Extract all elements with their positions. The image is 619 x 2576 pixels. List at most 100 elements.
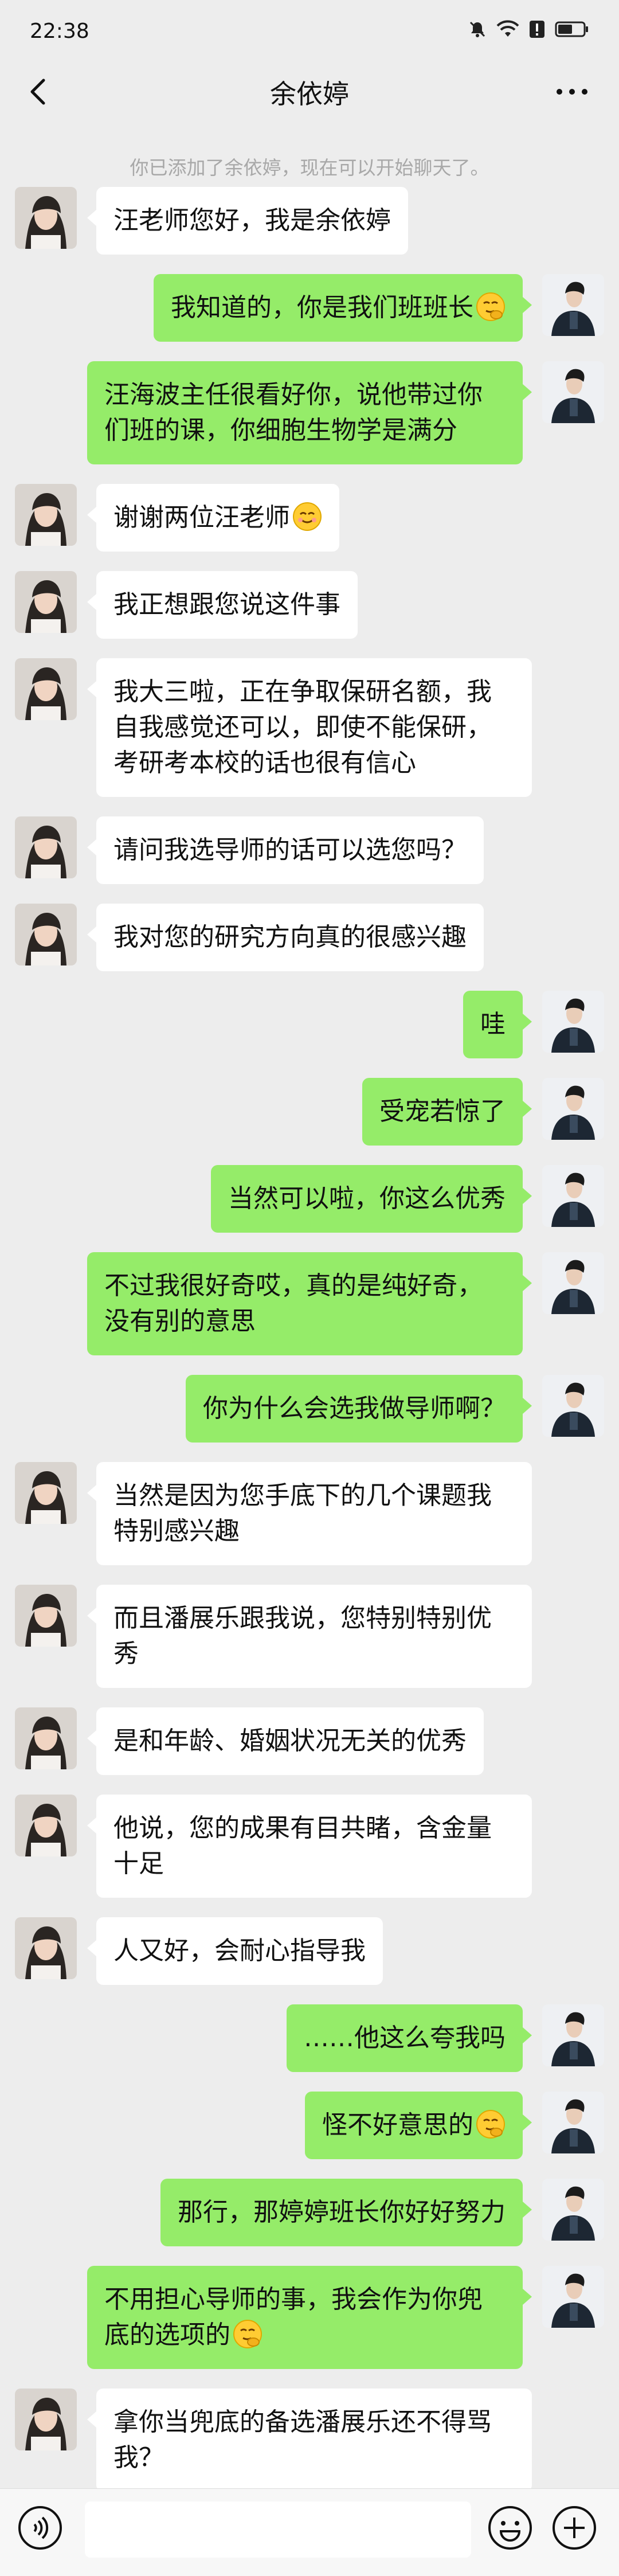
my-avatar[interactable] [542,991,604,1053]
incoming-message: 谢谢两位汪老师 [0,484,619,552]
input-bar [0,2488,619,2576]
incoming-message: 请问我选导师的话可以选您吗？ [0,816,619,884]
message-text: 汪海波主任很看好你，说他带过你们班的课，你细胞生物学是满分 [104,380,483,445]
incoming-message: 我正想跟您说这件事 [0,571,619,639]
contact-avatar[interactable] [15,187,77,249]
my-avatar[interactable] [542,1078,604,1140]
message-bubble[interactable]: 那行，那婷婷班长你好好努力 [160,2179,532,2246]
contact-avatar[interactable] [15,1585,77,1647]
message-bubble[interactable]: 拿你当兜底的备选潘展乐还不得骂我？ [87,2389,532,2492]
message-bubble[interactable]: 哇 [463,991,532,1058]
outgoing-message: 不用担心导师的事，我会作为你兜底的选项的 [0,2266,619,2369]
message-bubble[interactable]: 你为什么会选我做导师啊？ [186,1375,532,1443]
message-bubble[interactable]: 我大三啦，正在争取保研名额，我自我感觉还可以，即使不能保研，考研考本校的话也很有… [87,658,532,797]
outgoing-message: 你为什么会选我做导师啊？ [0,1375,619,1443]
message-bubble[interactable]: 当然是因为您手底下的几个课题我特别感兴趣 [87,1462,532,1565]
my-avatar[interactable] [542,1165,604,1227]
message-text: 他说，您的成果有目共睹，含金量十足 [113,1813,492,1878]
message-text: 人又好，会耐心指导我 [113,1936,366,1965]
message-bubble[interactable]: 受宠若惊了 [362,1078,532,1146]
message-bubble[interactable]: 我对您的研究方向真的很感兴趣 [87,904,484,971]
outgoing-message: 受宠若惊了 [0,1078,619,1146]
outgoing-message: 哇 [0,991,619,1058]
my-avatar[interactable] [542,274,604,336]
outgoing-message: ……他这么夸我吗 [0,2004,619,2072]
incoming-message: 我大三啦，正在争取保研名额，我自我感觉还可以，即使不能保研，考研考本校的话也很有… [0,658,619,797]
outgoing-message: 我知道的，你是我们班班长 [0,274,619,342]
message-bubble[interactable]: 是和年龄、婚姻状况无关的优秀 [87,1707,484,1775]
contact-avatar[interactable] [15,1707,77,1769]
outgoing-message: 当然可以啦，你这么优秀 [0,1165,619,1233]
message-bubble[interactable]: 而且潘展乐跟我说，您特别特别优秀 [87,1585,532,1688]
incoming-message: 当然是因为您手底下的几个课题我特别感兴趣 [0,1462,619,1565]
message-bubble[interactable]: 请问我选导师的话可以选您吗？ [87,816,484,884]
contact-avatar[interactable] [15,904,77,965]
incoming-message: 他说，您的成果有目共睹，含金量十足 [0,1795,619,1898]
my-avatar[interactable] [542,2092,604,2153]
outgoing-message: 汪海波主任很看好你，说他带过你们班的课，你细胞生物学是满分 [0,361,619,464]
smirk-emoji [476,2109,506,2139]
message-text: 你为什么会选我做导师啊？ [203,1394,506,1423]
chat-title: 余依婷 [270,79,349,110]
contact-avatar[interactable] [15,2389,77,2450]
contact-avatar[interactable] [15,571,77,633]
contact-avatar[interactable] [15,1917,77,1979]
message-text: 不用担心导师的事，我会作为你兜底的选项的 [104,2285,483,2350]
incoming-message: 拿你当兜底的备选潘展乐还不得骂我？ [0,2389,619,2492]
contact-avatar[interactable] [15,1795,77,1856]
message-bubble[interactable]: 怪不好意思的 [305,2092,532,2159]
smirk-emoji [233,2319,263,2349]
my-avatar[interactable] [542,1375,604,1437]
smirk-emoji [476,292,506,322]
message-bubble[interactable]: 当然可以啦，你这么优秀 [211,1165,532,1233]
outgoing-message: 怪不好意思的 [0,2092,619,2159]
outgoing-message: 那行，那婷婷班长你好好努力 [0,2179,619,2246]
incoming-message: 是和年龄、婚姻状况无关的优秀 [0,1707,619,1775]
chat-header: 余依婷 [0,63,619,120]
message-bubble[interactable]: 汪老师您好，我是余依婷 [87,187,408,255]
message-text: 我对您的研究方向真的很感兴趣 [113,922,467,952]
my-avatar[interactable] [542,2179,604,2241]
message-bubble[interactable]: 不过我很好奇哎，真的是纯好奇，没有别的意思 [87,1252,532,1355]
plus-icon[interactable] [551,2505,597,2551]
message-bubble[interactable]: 谢谢两位汪老师 [87,484,339,552]
message-bubble[interactable]: 汪海波主任很看好你，说他带过你们班的课，你细胞生物学是满分 [87,361,532,464]
my-avatar[interactable] [542,361,604,423]
my-avatar[interactable] [542,2004,604,2066]
message-text: 当然是因为您手底下的几个课题我特别感兴趣 [113,1481,492,1546]
message-input[interactable] [85,2501,471,2558]
voice-icon[interactable] [17,2505,63,2551]
message-bubble[interactable]: 人又好，会耐心指导我 [87,1917,383,1985]
message-bubble[interactable]: 不用担心导师的事，我会作为你兜底的选项的 [87,2266,532,2369]
contact-avatar[interactable] [15,816,77,878]
message-text: 而且潘展乐跟我说，您特别特别优秀 [113,1604,492,1668]
contact-avatar[interactable] [15,1462,77,1524]
message-text: 哇 [480,1010,506,1039]
more-dots-icon[interactable] [555,80,589,103]
status-icons [468,19,589,39]
contact-avatar[interactable] [15,484,77,546]
message-bubble[interactable]: ……他这么夸我吗 [287,2004,532,2072]
message-text: ……他这么夸我吗 [304,2023,506,2053]
message-text: 怪不好意思的 [322,2110,473,2140]
status-time: 22:38 [30,19,89,43]
incoming-message: 汪老师您好，我是余依婷 [0,187,619,255]
my-avatar[interactable] [542,2266,604,2328]
contact-avatar[interactable] [15,658,77,720]
message-text: 谢谢两位汪老师 [113,503,290,532]
status-bar: 22:38 [0,0,619,63]
message-text: 是和年龄、婚姻状况无关的优秀 [113,1726,467,1756]
message-text: 汪老师您好，我是余依婷 [113,206,391,235]
message-text: 拿你当兜底的备选潘展乐还不得骂我？ [113,2407,492,2472]
message-text: 我大三啦，正在争取保研名额，我自我感觉还可以，即使不能保研，考研考本校的话也很有… [113,677,492,777]
my-avatar[interactable] [542,1252,604,1314]
message-text: 我知道的，你是我们班班长 [171,293,473,322]
incoming-message: 而且潘展乐跟我说，您特别特别优秀 [0,1585,619,1688]
message-bubble[interactable]: 我知道的，你是我们班班长 [154,274,532,342]
system-message: 你已添加了余依婷，现在可以开始聊天了。 [130,157,489,179]
battery-icon [555,21,588,37]
message-bubble[interactable]: 我正想跟您说这件事 [87,571,358,639]
emoji-icon[interactable] [487,2505,533,2551]
message-bubble[interactable]: 他说，您的成果有目共睹，含金量十足 [87,1795,532,1898]
outgoing-message: 不过我很好奇哎，真的是纯好奇，没有别的意思 [0,1252,619,1355]
